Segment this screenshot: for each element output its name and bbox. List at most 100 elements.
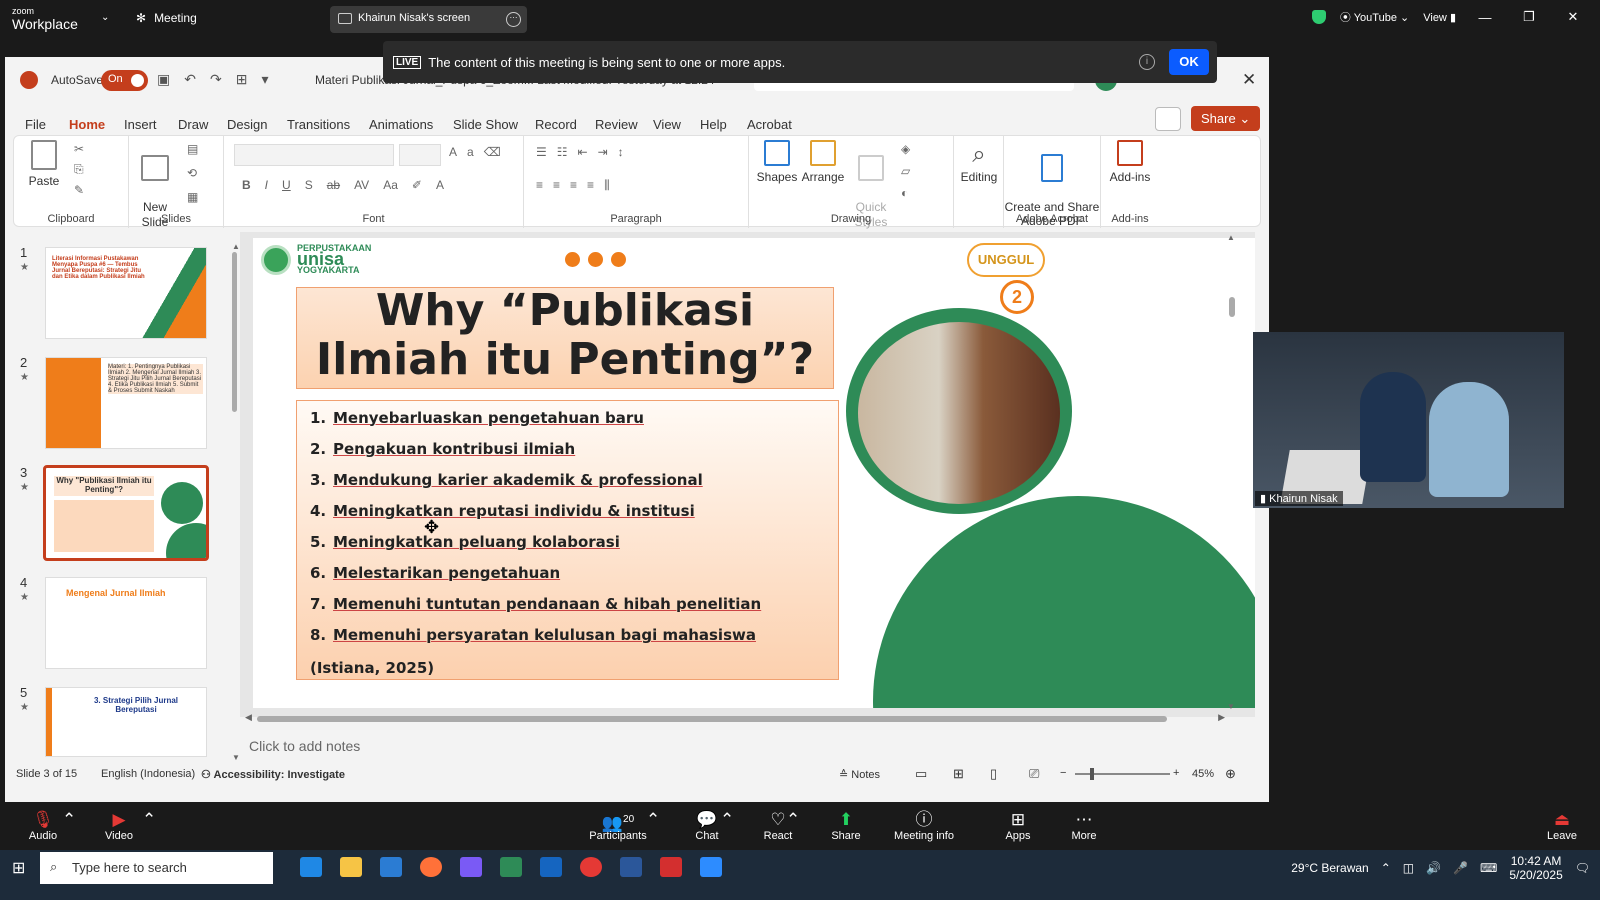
view-button[interactable]: View ▮ [1423, 11, 1456, 24]
italic-icon[interactable]: I [265, 178, 268, 192]
spacing-icon[interactable]: AV [354, 178, 369, 192]
apps-button[interactable]: ⊞ Apps [1002, 806, 1034, 842]
file-explorer-icon[interactable] [340, 857, 362, 877]
font-color-icon[interactable]: A [436, 178, 444, 192]
notes-toggle[interactable]: ≙ Notes [839, 768, 880, 781]
more-icon[interactable]: ··· [506, 12, 521, 27]
slideshow-view-icon[interactable]: ⎚ [1029, 766, 1039, 782]
shapes-button[interactable]: Shapes [755, 140, 799, 185]
shield-icon[interactable] [1311, 10, 1326, 24]
bold-icon[interactable]: B [242, 178, 251, 192]
video-options-chevron-icon[interactable]: ⌃ [142, 806, 156, 830]
tab-record[interactable]: Record [535, 117, 577, 132]
info-icon[interactable]: i [1139, 54, 1155, 70]
leave-button[interactable]: ⏏ Leave [1545, 806, 1579, 842]
strikethrough-icon[interactable]: ab [327, 178, 340, 192]
bullets-icon[interactable]: ☰ [536, 145, 547, 159]
tab-draw[interactable]: Draw [178, 117, 208, 132]
chrome-icon[interactable] [580, 857, 602, 877]
align-right-icon[interactable]: ≡ [570, 178, 577, 193]
meeting-menu[interactable]: ✻ Meeting [136, 11, 197, 25]
clear-format-icon[interactable]: ⌫ [484, 145, 501, 159]
acrobat-icon[interactable] [660, 857, 682, 877]
participant-video[interactable]: ▮ Khairun Nisak [1253, 332, 1564, 508]
horizontal-scrollbar[interactable]: ◀ ▶ [245, 712, 1225, 725]
tab-acrobat[interactable]: Acrobat [747, 117, 792, 132]
columns-icon[interactable]: ⫼ [604, 178, 610, 193]
sorter-view-icon[interactable]: ⊞ [953, 766, 964, 782]
reset-icon[interactable]: ⟲ [187, 166, 198, 180]
zoom-app-icon[interactable] [700, 857, 722, 877]
thumbnail-scrollbar[interactable]: ▲ ▼ [230, 242, 240, 762]
zoom-logo[interactable]: zoom Workplace [12, 5, 78, 31]
app-icon[interactable] [460, 857, 482, 877]
clock[interactable]: 10:42 AM 5/20/2025 [1509, 854, 1562, 882]
underline-icon[interactable]: U [282, 178, 291, 192]
autosave-toggle[interactable]: On [101, 70, 148, 91]
outdent-icon[interactable]: ⇥ [598, 145, 608, 159]
calculator-icon[interactable] [540, 857, 562, 877]
font-size-select[interactable] [399, 144, 441, 166]
shrink-font-icon[interactable]: a [467, 145, 474, 159]
word-icon[interactable] [620, 857, 642, 877]
accessibility-status[interactable]: ⚇ Accessibility: Investigate [201, 768, 345, 781]
network-icon[interactable]: ◫ [1403, 861, 1414, 875]
grow-font-icon[interactable]: A [449, 145, 457, 159]
comments-button[interactable] [1155, 107, 1181, 131]
tab-file[interactable]: File [25, 117, 46, 132]
zoom-level[interactable]: 45% [1192, 768, 1214, 780]
volume-icon[interactable]: 🔊 [1426, 861, 1441, 875]
tab-slide-show[interactable]: Slide Show [453, 117, 518, 132]
chat-chevron-icon[interactable]: ⌃ [720, 806, 734, 830]
tray-chevron-icon[interactable]: ⌃ [1381, 861, 1391, 875]
maps-icon[interactable] [500, 857, 522, 877]
react-chevron-icon[interactable]: ⌃ [786, 806, 800, 830]
meeting-info-button[interactable]: ⓘ Meeting info [891, 806, 957, 842]
mail-icon[interactable] [380, 857, 402, 877]
firefox-icon[interactable] [420, 857, 442, 877]
chevron-down-icon[interactable]: ⌄ [101, 12, 109, 23]
format-painter-icon[interactable]: ✎ [74, 183, 84, 197]
zoom-out-icon[interactable]: − [1060, 767, 1066, 779]
participants-chevron-icon[interactable]: ⌃ [646, 806, 660, 830]
tab-view[interactable]: View [653, 117, 681, 132]
section-icon[interactable]: ▦ [187, 190, 198, 204]
minimize-icon[interactable]: — [1470, 10, 1500, 25]
close-icon[interactable]: ✕ [1558, 9, 1588, 25]
windows-start-icon[interactable]: ⊞ [12, 858, 25, 878]
tab-insert[interactable]: Insert [124, 117, 157, 132]
tab-review[interactable]: Review [595, 117, 638, 132]
tab-help[interactable]: Help [700, 117, 727, 132]
save-icon[interactable]: ▣ [157, 71, 170, 88]
paste-button[interactable]: Paste [24, 140, 64, 189]
zoom-in-icon[interactable]: + [1173, 767, 1179, 779]
customize-icon[interactable]: ▾ [261, 71, 268, 88]
edge-icon[interactable] [300, 857, 322, 877]
editing-button[interactable]: ⌕ Editing [956, 140, 1002, 185]
highlight-icon[interactable]: ✐ [412, 178, 422, 192]
copy-icon[interactable]: ⎘ [74, 162, 84, 177]
youtube-stream-button[interactable]: ⦿ YouTube ⌄ [1340, 9, 1409, 25]
addins-button[interactable]: Add-ins [1105, 140, 1155, 185]
thumbnail-slide-5[interactable]: 3. Strategi Pilih Jurnal Bereputasi [45, 687, 207, 757]
keyboard-icon[interactable]: ⌨ [1480, 861, 1497, 875]
redo-icon[interactable]: ↷ [210, 71, 222, 88]
present-icon[interactable]: ⊞ [236, 71, 248, 88]
language-status[interactable]: English (Indonesia) [101, 768, 195, 780]
more-button[interactable]: ⋯ More [1068, 806, 1100, 842]
audio-button[interactable]: 🎙 Audio [26, 806, 60, 842]
shadow-icon[interactable]: S [305, 178, 313, 192]
tab-transitions[interactable]: Transitions [287, 117, 350, 132]
normal-view-icon[interactable]: ▭ [915, 766, 927, 782]
notes-placeholder[interactable]: Click to add notes [249, 738, 360, 754]
thumbnail-slide-1[interactable]: Literasi Informasi Pustakawan Menyapa Pu… [45, 247, 207, 339]
thumbnail-slide-2[interactable]: Materi: 1. Pentingnya Publikasi Ilmiah 2… [45, 357, 207, 449]
indent-icon[interactable]: ⇤ [578, 145, 588, 159]
fit-slide-icon[interactable]: ⊕ [1225, 766, 1236, 782]
zoom-slider[interactable] [1075, 768, 1170, 780]
effects-icon[interactable]: ◐ [901, 186, 910, 200]
tab-animations[interactable]: Animations [369, 117, 433, 132]
share-screen-button[interactable]: ⬆ Share [826, 806, 866, 842]
outline-icon[interactable]: ▱ [901, 164, 910, 178]
change-case-icon[interactable]: Aa [383, 178, 398, 192]
